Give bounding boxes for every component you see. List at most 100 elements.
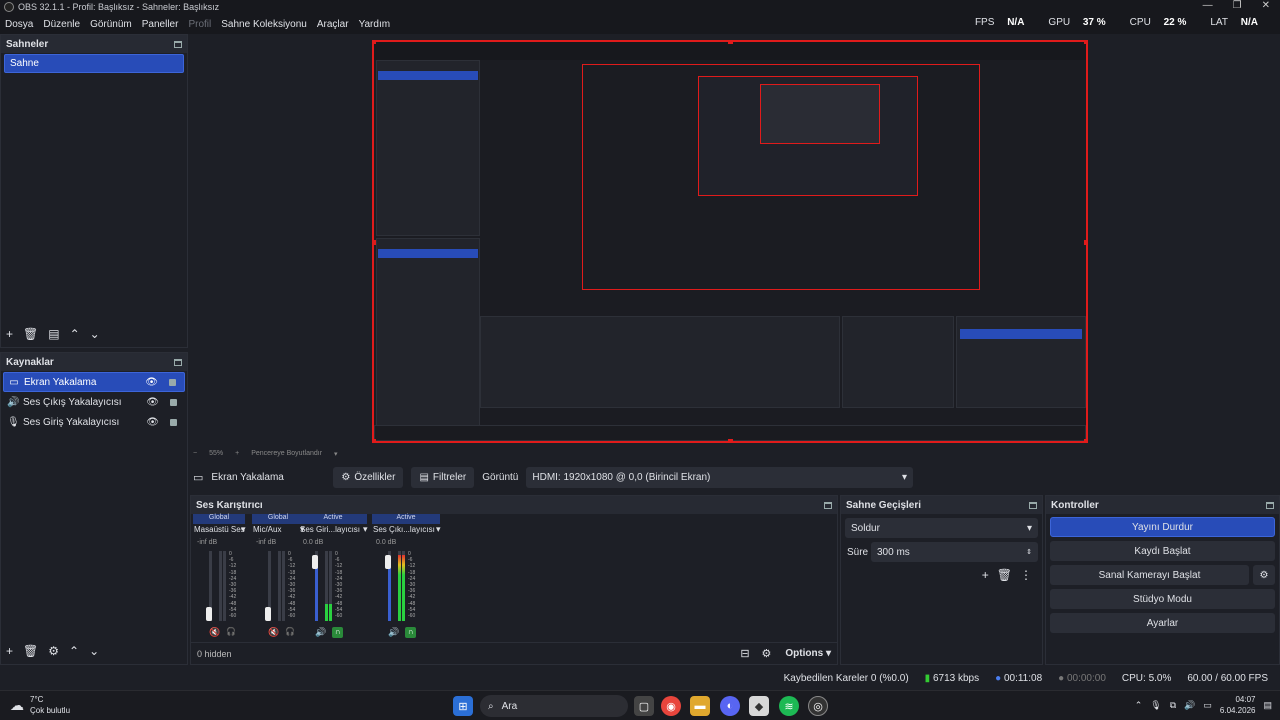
gear-icon[interactable]: ⚙ bbox=[48, 644, 59, 658]
status-bar: Kaybedilen Kareler 0 (%0.0) ▮ 6713 kbps … bbox=[0, 667, 1280, 689]
add-icon[interactable]: + bbox=[982, 568, 989, 582]
volume-fader[interactable] bbox=[312, 554, 318, 569]
layout-icon[interactable]: ⊟ bbox=[740, 647, 749, 660]
muted-speaker-icon[interactable]: 🔇 bbox=[209, 627, 220, 638]
menu-profil[interactable]: Profil bbox=[188, 19, 211, 30]
trash-icon[interactable]: 🗑 bbox=[23, 327, 38, 341]
source-item-screen[interactable]: ▭ Ekran Yakalama 👁 bbox=[3, 372, 185, 392]
trash-icon[interactable]: 🗑 bbox=[997, 568, 1012, 582]
gear-icon[interactable]: ⚙ bbox=[1253, 565, 1275, 585]
move-up-icon[interactable]: ⌃ bbox=[69, 644, 79, 658]
undock-icon[interactable] bbox=[174, 358, 182, 366]
headphones-monitor-icon[interactable]: 🎧 bbox=[285, 627, 295, 638]
move-down-icon[interactable]: ⌄ bbox=[89, 644, 99, 658]
lock-icon[interactable] bbox=[170, 398, 177, 406]
lock-icon[interactable] bbox=[170, 418, 177, 426]
stop-stream-button[interactable]: Yayını Durdur bbox=[1050, 517, 1275, 537]
undock-icon[interactable] bbox=[824, 501, 832, 509]
mixer-settings-icon[interactable]: ⚙ bbox=[762, 647, 772, 660]
chevron-down-icon[interactable]: ▾ bbox=[363, 524, 368, 535]
source-item-audio-out[interactable]: 🔊 Ses Çıkış Yakalayıcısı 👁 bbox=[3, 392, 185, 412]
app-icon[interactable]: ◆ bbox=[749, 696, 769, 716]
resize-handle[interactable] bbox=[1084, 240, 1086, 245]
chevron-down-icon[interactable]: ▾ bbox=[436, 524, 441, 535]
headphones-monitor-icon[interactable]: ∩ bbox=[332, 627, 344, 638]
filters-button[interactable]: ▤ Filtreler bbox=[411, 466, 475, 488]
chevron-up-icon[interactable]: ⌃ bbox=[1135, 700, 1143, 711]
resize-handle[interactable] bbox=[374, 42, 376, 44]
trash-icon[interactable]: 🗑 bbox=[23, 644, 38, 658]
menu-duzenle[interactable]: Düzenle bbox=[43, 19, 80, 30]
menu-yardim[interactable]: Yardım bbox=[359, 19, 391, 30]
headphones-monitor-icon[interactable]: 🎧 bbox=[226, 627, 236, 638]
notification-icon[interactable]: ▤ bbox=[1263, 700, 1272, 711]
undock-icon[interactable] bbox=[1266, 501, 1274, 509]
transition-select[interactable]: Soldur ▾ bbox=[845, 518, 1038, 538]
minimize-button[interactable]: — bbox=[1203, 0, 1213, 11]
lock-icon[interactable] bbox=[169, 378, 176, 386]
task-view-icon[interactable]: ▢ bbox=[634, 696, 654, 716]
eye-icon[interactable]: 👁 bbox=[145, 377, 158, 388]
chevron-down-icon[interactable]: ▾ bbox=[334, 450, 338, 458]
resize-handle[interactable] bbox=[1084, 439, 1086, 441]
volume-fader[interactable] bbox=[265, 607, 271, 621]
maximize-button[interactable]: ❐ bbox=[1233, 0, 1242, 11]
volume-fader[interactable] bbox=[385, 554, 391, 569]
windows-start-icon[interactable]: ⊞ bbox=[453, 696, 473, 716]
resize-handle[interactable] bbox=[728, 439, 733, 441]
taskbar-search[interactable]: ⌕ Ara bbox=[480, 695, 628, 717]
obs-icon[interactable]: ◎ bbox=[808, 696, 828, 716]
scale-tick: -48 bbox=[408, 600, 416, 607]
menu-gorunum[interactable]: Görünüm bbox=[90, 19, 132, 30]
weather-widget[interactable]: ☁ 7°C Çok bulutlu bbox=[10, 694, 70, 716]
more-icon[interactable]: ⋮ bbox=[1020, 568, 1032, 582]
preview-canvas[interactable] bbox=[372, 40, 1088, 443]
duration-input[interactable]: 300 ms ⇕ bbox=[871, 542, 1038, 562]
speaker-icon[interactable]: 🔊 bbox=[388, 627, 399, 638]
move-down-icon[interactable]: ⌄ bbox=[90, 327, 100, 341]
undock-icon[interactable] bbox=[174, 40, 182, 48]
discord-icon[interactable]: ◐ bbox=[720, 696, 740, 716]
menu-dosya[interactable]: Dosya bbox=[5, 19, 33, 30]
battery-icon[interactable]: ▭ bbox=[1203, 700, 1212, 711]
resize-handle[interactable] bbox=[728, 42, 733, 44]
volume-icon[interactable]: 🔊 bbox=[1184, 700, 1195, 711]
speaker-icon[interactable]: 🔊 bbox=[315, 627, 326, 638]
resize-handle[interactable] bbox=[374, 439, 376, 441]
settings-button[interactable]: Ayarlar bbox=[1050, 613, 1275, 633]
source-item-audio-in[interactable]: 🎙 Ses Giriş Yakalayıcısı 👁 bbox=[3, 412, 185, 432]
chrome-icon[interactable]: ◉ bbox=[661, 696, 681, 716]
move-up-icon[interactable]: ⌃ bbox=[70, 327, 80, 341]
microphone-icon[interactable]: 🎙 bbox=[1150, 700, 1161, 711]
volume-fader[interactable] bbox=[206, 607, 212, 621]
properties-button[interactable]: ⚙ Özellikler bbox=[333, 466, 404, 488]
menu-araclar[interactable]: Araçlar bbox=[317, 19, 349, 30]
zoom-in-button[interactable]: + bbox=[235, 450, 239, 457]
eye-icon[interactable]: 👁 bbox=[146, 397, 159, 408]
options-button[interactable]: Options ▾ bbox=[785, 648, 831, 659]
add-icon[interactable]: + bbox=[6, 327, 13, 341]
scale-mode[interactable]: Pencereye Boyutlandır bbox=[251, 450, 322, 457]
chevron-down-icon[interactable]: ▾ bbox=[241, 524, 246, 535]
filter-icon[interactable]: ▤ bbox=[48, 327, 59, 341]
network-icon[interactable]: ⧉ bbox=[1170, 700, 1176, 711]
display-select[interactable]: HDMI: 1920x1080 @ 0,0 (Birincil Ekran) ▾ bbox=[526, 466, 913, 488]
clock[interactable]: 04:07 6.04.2026 bbox=[1220, 694, 1256, 716]
scene-item[interactable]: Sahne bbox=[4, 54, 184, 73]
resize-handle[interactable] bbox=[374, 240, 376, 245]
undock-icon[interactable] bbox=[1029, 501, 1037, 509]
virtual-camera-button[interactable]: Sanal Kamerayı Başlat bbox=[1050, 565, 1249, 585]
zoom-out-button[interactable]: − bbox=[193, 450, 197, 457]
start-record-button[interactable]: Kaydı Başlat bbox=[1050, 541, 1275, 561]
eye-icon[interactable]: 👁 bbox=[146, 417, 159, 428]
menu-paneller[interactable]: Paneller bbox=[142, 19, 179, 30]
headphones-monitor-icon[interactable]: ∩ bbox=[405, 627, 417, 638]
muted-speaker-icon[interactable]: 🔇 bbox=[268, 627, 279, 638]
studio-mode-button[interactable]: Stüdyo Modu bbox=[1050, 589, 1275, 609]
menu-sahne-koleksiyonu[interactable]: Sahne Koleksiyonu bbox=[221, 19, 307, 30]
resize-handle[interactable] bbox=[1084, 42, 1086, 44]
folder-icon[interactable]: ▬ bbox=[690, 696, 710, 716]
add-icon[interactable]: + bbox=[6, 644, 13, 658]
spotify-icon[interactable]: ≋ bbox=[779, 696, 799, 716]
close-button[interactable]: ✕ bbox=[1262, 0, 1270, 11]
